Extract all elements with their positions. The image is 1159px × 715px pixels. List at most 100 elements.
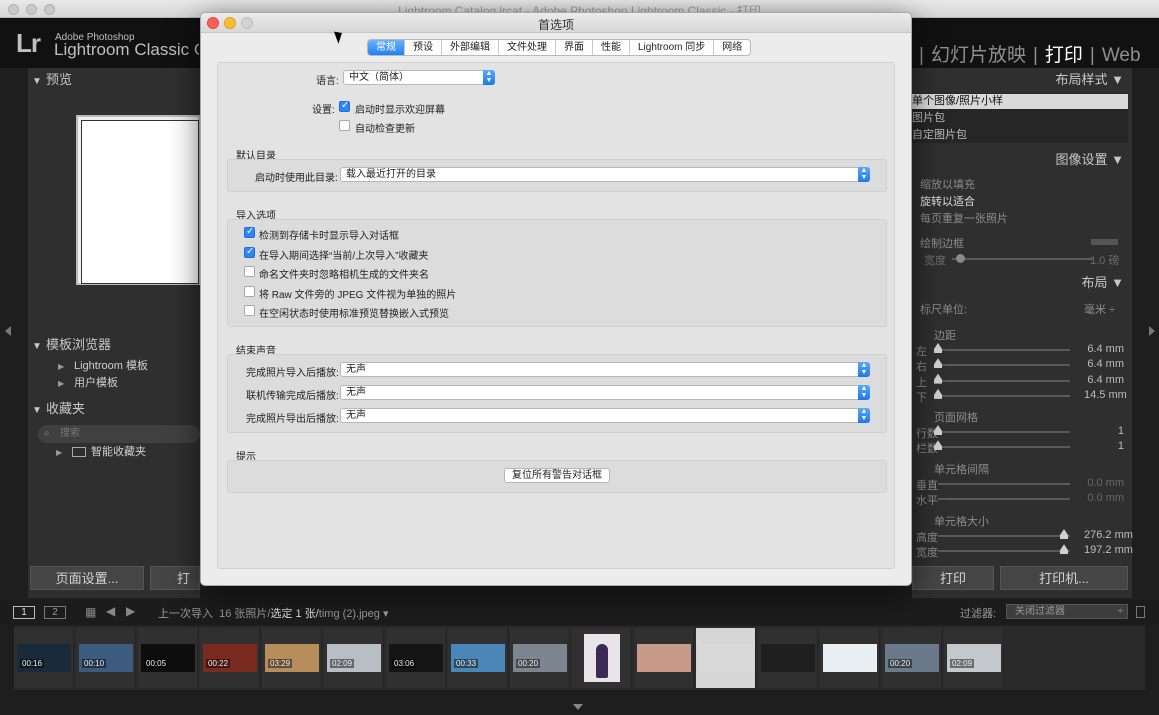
filmstrip-thumbnail[interactable]: 00:20: [510, 628, 570, 688]
thumbnail-image: [823, 644, 877, 672]
collections-header[interactable]: ▼ 收藏夹: [32, 398, 200, 420]
show-splash-checkbox[interactable]: [339, 100, 350, 112]
slider-track[interactable]: [938, 550, 1070, 553]
module-web[interactable]: Web: [1102, 45, 1141, 66]
filmstrip-thumbnail[interactable]: 00:22: [200, 628, 260, 688]
template-browser-header[interactable]: ▼ 模板浏览器: [32, 334, 200, 356]
language-select[interactable]: 中文（简体） ▲ ▼: [343, 70, 495, 85]
filmstrip-thumbnail[interactable]: [696, 628, 756, 688]
disclosure-down-icon: ▼: [1111, 275, 1124, 290]
rotate-to-fit-option[interactable]: 旋转以适合: [920, 193, 975, 209]
preview-panel-header[interactable]: ▼ 预览: [32, 69, 200, 91]
slider-track[interactable]: [938, 498, 1070, 501]
collections-search-input[interactable]: ⌕ 搜索: [38, 425, 200, 443]
draw-border-option[interactable]: 绘制边框: [920, 235, 964, 251]
filmstrip-thumbnail[interactable]: 03:06: [386, 628, 446, 688]
filter-lock-icon[interactable]: [1136, 606, 1145, 618]
tab-4[interactable]: 界面: [556, 40, 593, 55]
filmstrip-thumbnail[interactable]: [820, 628, 880, 688]
sound-select[interactable]: 无声 ▲ ▼: [340, 408, 870, 423]
tab-3[interactable]: 文件处理: [499, 40, 556, 55]
forward-arrow-icon[interactable]: ▶: [126, 604, 135, 618]
slider-knob-icon[interactable]: [1060, 529, 1068, 539]
page-setup-button[interactable]: 页面设置...: [30, 566, 144, 590]
slider-knob-icon[interactable]: [934, 388, 942, 399]
slider-knob-icon[interactable]: [934, 373, 942, 384]
filmstrip-thumbnail[interactable]: 03:29: [262, 628, 322, 688]
filmstrip-toggle-icon[interactable]: [573, 704, 583, 710]
image-settings-header[interactable]: 图像设置 ▼: [912, 149, 1130, 171]
secondary-window-button[interactable]: 2: [44, 606, 66, 619]
back-arrow-icon[interactable]: ◀: [106, 604, 115, 618]
ruler-units-select[interactable]: 毫米 ÷: [1084, 301, 1115, 317]
border-width-slider[interactable]: [952, 258, 1092, 260]
sound-select[interactable]: 无声 ▲ ▼: [340, 385, 870, 400]
layout-header[interactable]: 布局 ▼: [912, 272, 1130, 294]
layout-style-custom[interactable]: 自定图片包: [912, 128, 967, 143]
filmstrip-thumbnail[interactable]: 02:09: [324, 628, 384, 688]
filmstrip-thumbnail[interactable]: 02:09: [944, 628, 1004, 688]
grid-view-icon[interactable]: ▦: [85, 605, 96, 619]
collection-smart[interactable]: ▶ 智能收藏夹: [56, 444, 146, 461]
module-slideshow[interactable]: 幻灯片放映: [931, 45, 1026, 66]
tab-1[interactable]: 预设: [405, 40, 442, 55]
slider-knob-icon[interactable]: [934, 358, 942, 369]
import-option-checkbox[interactable]: [244, 266, 255, 277]
slider-track[interactable]: [938, 446, 1070, 449]
import-option-checkbox[interactable]: [244, 246, 255, 258]
slider-track[interactable]: [938, 535, 1070, 537]
reset-warnings-button[interactable]: 复位所有警告对话框: [504, 468, 610, 483]
filmstrip-thumbnail[interactable]: 00:16: [14, 628, 74, 688]
sound-select[interactable]: 无声 ▲ ▼: [340, 362, 870, 377]
slider-knob-icon[interactable]: [934, 343, 942, 353]
layout-style-header[interactable]: 布局样式 ▼: [912, 69, 1130, 91]
tab-0[interactable]: 常规: [368, 40, 405, 55]
border-width-slider-knob[interactable]: [956, 254, 965, 263]
slider-knob-icon[interactable]: [1060, 544, 1068, 555]
startup-catalog-select[interactable]: 载入最近打开的目录 ▲ ▼: [340, 167, 870, 182]
slider-track[interactable]: [938, 394, 1070, 397]
tab-7[interactable]: 网络: [714, 40, 750, 55]
primary-window-button[interactable]: 1: [13, 606, 35, 619]
slider-track[interactable]: [938, 483, 1070, 485]
import-option-label: 在导入期间选择“当前/上次导入”收藏夹: [259, 250, 429, 262]
import-option-checkbox[interactable]: [244, 285, 255, 297]
layout-style-package[interactable]: 图片包: [912, 111, 945, 126]
filmstrip-thumbnail[interactable]: [634, 628, 694, 688]
template-folder-user[interactable]: ▶ 用户模板: [58, 375, 118, 392]
import-option-checkbox[interactable]: [244, 226, 255, 238]
filmstrip-thumbnail[interactable]: 00:20: [882, 628, 942, 688]
repeat-one-photo-option[interactable]: 每页重复一张照片: [920, 210, 1008, 226]
right-panel-toggle-icon[interactable]: [1149, 326, 1155, 336]
filmstrip-source[interactable]: 上一次导入 16 张照片/选定 1 张/timg (2).jpeg ▾: [158, 605, 389, 621]
filmstrip-thumbnail[interactable]: 00:10: [76, 628, 136, 688]
slider-track[interactable]: [938, 364, 1070, 367]
left-panel-toggle-icon[interactable]: [5, 326, 11, 336]
border-color-swatch[interactable]: [1091, 239, 1118, 245]
import-option-label: 在空闲状态时使用标准预览替换嵌入式预览: [259, 309, 449, 320]
filmstrip-thumbnail[interactable]: [572, 628, 632, 688]
tab-2[interactable]: 外部编辑: [442, 40, 499, 55]
tab-6[interactable]: Lightroom 同步: [630, 40, 715, 55]
disclosure-down-icon: ▼: [32, 405, 42, 416]
check-updates-checkbox[interactable]: [339, 120, 350, 131]
module-print[interactable]: 打印: [1045, 45, 1083, 66]
filter-select[interactable]: 关闭过滤器 ÷: [1006, 604, 1128, 619]
slider-track[interactable]: [938, 431, 1070, 433]
slider-track[interactable]: [938, 349, 1070, 351]
printer-button[interactable]: 打印机...: [1000, 566, 1128, 590]
import-option-checkbox[interactable]: [244, 305, 255, 316]
zoom-to-fill-option[interactable]: 缩放以填充: [920, 176, 975, 192]
filmstrip-thumbnail[interactable]: 00:05: [138, 628, 198, 688]
layout-style-single[interactable]: 单个图像/照片小样: [912, 94, 1128, 109]
print-settings-button[interactable]: 打印: [150, 566, 200, 590]
video-duration-badge: 00:20: [888, 659, 913, 668]
print-button[interactable]: 打印: [912, 566, 994, 590]
select-arrows-icon: ▲ ▼: [858, 408, 870, 423]
filmstrip-thumbnail[interactable]: 00:33: [448, 628, 508, 688]
tab-5[interactable]: 性能: [593, 40, 630, 55]
filmstrip-thumbnail[interactable]: [758, 628, 818, 688]
border-width-value: 1.0 磅: [1090, 255, 1120, 267]
slider-track[interactable]: [938, 379, 1070, 382]
template-folder-lightroom[interactable]: ▶ Lightroom 模板: [58, 358, 148, 375]
